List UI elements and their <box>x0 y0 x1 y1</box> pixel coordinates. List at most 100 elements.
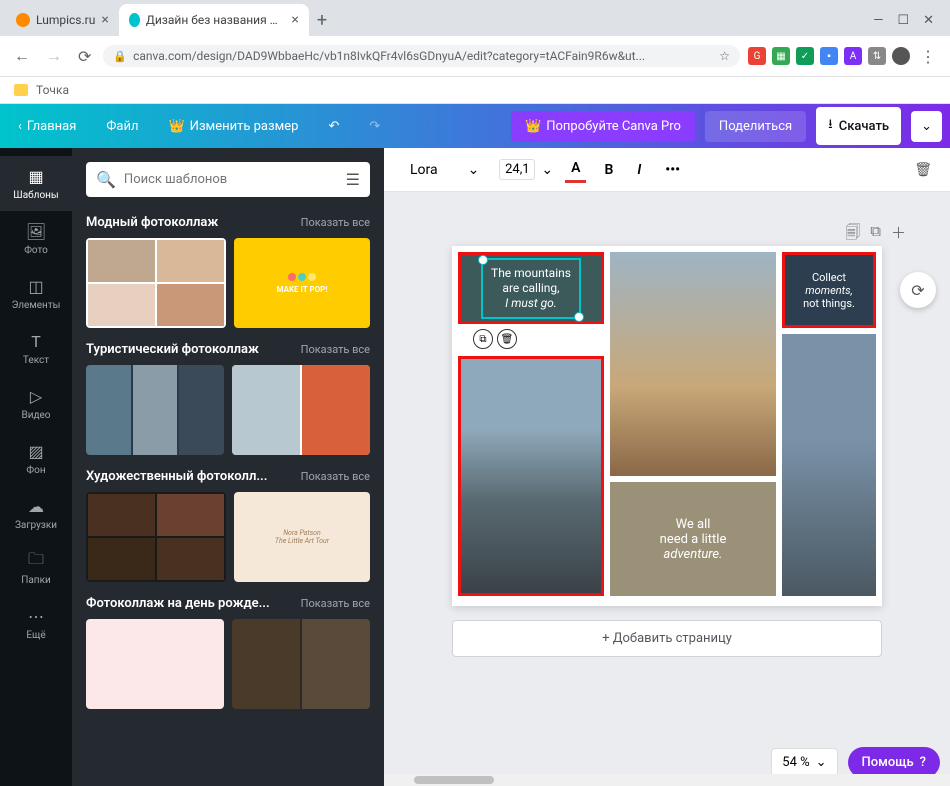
close-icon[interactable]: × <box>291 12 298 28</box>
close-icon[interactable]: × <box>101 12 108 28</box>
scrollbar-thumb[interactable] <box>414 776 494 784</box>
design-page[interactable]: The mountains are calling, I must go. ⧉ … <box>452 246 882 606</box>
font-dropdown[interactable]: Lora ⌄ <box>402 158 487 182</box>
template-thumb[interactable] <box>86 619 224 709</box>
template-thumb[interactable]: MAKE IT POP! <box>234 238 370 328</box>
question-icon: ? <box>920 755 926 770</box>
text-tile-collect[interactable]: Collect moments, not things. <box>782 252 876 328</box>
try-pro-button[interactable]: 👑 Попробуйте Canva Pro <box>511 111 695 142</box>
extension-icons: G ▦ ✓ ▪ A ⇅ ⋮ <box>748 47 940 66</box>
extension-icon[interactable]: ▪ <box>820 47 838 65</box>
extension-icon[interactable]: G <box>748 47 766 65</box>
font-size-input[interactable]: ⌄ <box>499 159 553 180</box>
zoom-control[interactable]: 54 % ⌄ <box>771 748 837 777</box>
selected-text[interactable]: The mountains are calling, I must go. <box>481 258 581 319</box>
nav-elements[interactable]: ◫Элементы <box>0 266 72 321</box>
photo-icon: 🖼 <box>26 221 46 241</box>
extension-icon[interactable]: A <box>844 47 862 65</box>
resize-button[interactable]: 👑 Изменить размер <box>158 111 308 142</box>
size-field[interactable] <box>499 159 535 180</box>
category-title: Фотоколлаж на день рожде... <box>86 596 270 611</box>
tab-title: Дизайн без названия — Фотокс <box>146 13 286 27</box>
photo-tile-couple[interactable] <box>782 334 876 596</box>
photo-tile-person[interactable] <box>458 356 604 596</box>
download-dropdown[interactable]: ⌄ <box>911 111 942 142</box>
avatar-icon[interactable] <box>892 47 910 65</box>
address-bar[interactable]: 🔒 canva.com/design/DAD9WbbaeHc/vb1n8IvkQ… <box>103 45 740 67</box>
template-thumb[interactable] <box>86 238 226 328</box>
chevron-down-icon: ⌄ <box>541 162 553 178</box>
forward-icon[interactable]: → <box>42 42 66 70</box>
redo-button[interactable]: ↷ <box>359 111 390 142</box>
share-button[interactable]: Поделиться <box>705 111 806 142</box>
label: Ещё <box>26 630 45 641</box>
see-all-link[interactable]: Показать все <box>301 343 370 356</box>
nav-photos[interactable]: 🖼Фото <box>0 211 72 266</box>
nav-background[interactable]: ▨Фон <box>0 431 72 486</box>
text-tile-mountains[interactable]: The mountains are calling, I must go. ⧉ … <box>458 252 604 324</box>
label: Шаблоны <box>13 190 58 201</box>
home-button[interactable]: ‹ Главная <box>8 111 86 142</box>
see-all-link[interactable]: Показать все <box>301 216 370 229</box>
copy-icon[interactable]: ⧉ <box>473 329 493 349</box>
search-input[interactable] <box>124 172 338 187</box>
templates-panel: 🔍 ☰ Модный фотоколлажПоказать все MAKE I… <box>72 148 384 786</box>
nav-folders[interactable]: 🗀Папки <box>0 541 72 596</box>
see-all-link[interactable]: Показать все <box>301 597 370 610</box>
new-tab-button[interactable]: + <box>309 6 335 35</box>
filter-icon[interactable]: ☰ <box>346 170 360 189</box>
search-box[interactable]: 🔍 ☰ <box>86 162 370 197</box>
extension-icon[interactable]: ▦ <box>772 47 790 65</box>
file-menu[interactable]: Файл <box>96 111 148 142</box>
extension-icon[interactable]: ⇅ <box>868 47 886 65</box>
delete-button[interactable]: 🗑 <box>914 162 932 178</box>
star-icon[interactable]: ☆ <box>719 49 730 63</box>
trash-icon[interactable]: 🗑 <box>497 329 517 349</box>
more-button[interactable]: ••• <box>659 158 686 182</box>
extension-icon[interactable]: ✓ <box>796 47 814 65</box>
bookmark-item[interactable]: Точка <box>36 83 69 97</box>
add-page-button[interactable]: + Добавить страницу <box>452 620 882 657</box>
see-all-link[interactable]: Показать все <box>301 470 370 483</box>
nav-text[interactable]: TТекст <box>0 321 72 376</box>
template-thumb[interactable] <box>232 619 370 709</box>
add-page-icon[interactable]: ＋ <box>891 222 906 247</box>
nav-video[interactable]: ▷Видео <box>0 376 72 431</box>
template-thumb[interactable] <box>232 365 370 455</box>
object-panel-nav: ▦Шаблоны 🖼Фото ◫Элементы TТекст ▷Видео ▨… <box>0 148 72 786</box>
chevron-down-icon: ⌄ <box>816 755 827 770</box>
nav-uploads[interactable]: ☁Загрузки <box>0 486 72 541</box>
text-icon: T <box>26 331 46 351</box>
text-color-button[interactable]: A <box>565 156 586 183</box>
notes-icon[interactable]: 🗐 <box>845 222 860 247</box>
photo-tile-hands[interactable] <box>610 252 776 476</box>
template-thumb[interactable] <box>86 365 224 455</box>
template-thumb[interactable] <box>86 492 226 582</box>
maximize-icon[interactable]: ☐ <box>897 13 909 28</box>
bold-button[interactable]: B <box>598 158 619 182</box>
undo-button[interactable]: ↶ <box>318 111 349 142</box>
horizontal-scrollbar[interactable] <box>384 774 950 786</box>
reload-icon[interactable]: ⟳ <box>74 43 95 70</box>
browser-tab-lumpics[interactable]: Lumpics.ru × <box>6 4 119 36</box>
text-tile-adventure[interactable]: We all need a little adventure. <box>610 482 776 596</box>
floating-toolbar: ⧉ 🗑 <box>473 329 517 349</box>
label: Скачать <box>839 119 889 134</box>
italic-button[interactable]: I <box>631 158 647 182</box>
browser-tab-canva[interactable]: Дизайн без названия — Фотокс × <box>119 4 309 36</box>
close-icon[interactable]: ✕ <box>923 13 934 28</box>
template-thumb[interactable]: Nora Patson The Little Art Tour <box>234 492 370 582</box>
duplicate-icon[interactable]: ⧉ <box>870 222 881 247</box>
minimize-icon[interactable]: — <box>873 13 883 28</box>
nav-templates[interactable]: ▦Шаблоны <box>0 156 72 211</box>
folder-icon: 🗀 <box>26 551 46 571</box>
rotate-button[interactable]: ⟳ <box>900 272 936 308</box>
canvas-viewport[interactable]: 🗐 ⧉ ＋ ⟳ The mountains are calling, I mus… <box>384 192 950 786</box>
download-button[interactable]: ⭳ Скачать <box>816 107 901 145</box>
menu-icon[interactable]: ⋮ <box>916 47 940 66</box>
label: Изменить размер <box>190 119 299 134</box>
nav-more[interactable]: ⋯Ещё <box>0 596 72 651</box>
template-categories[interactable]: Модный фотоколлажПоказать все MAKE IT PO… <box>72 207 384 786</box>
chevron-down-icon: ⌄ <box>921 119 932 134</box>
back-icon[interactable]: ← <box>10 42 34 70</box>
